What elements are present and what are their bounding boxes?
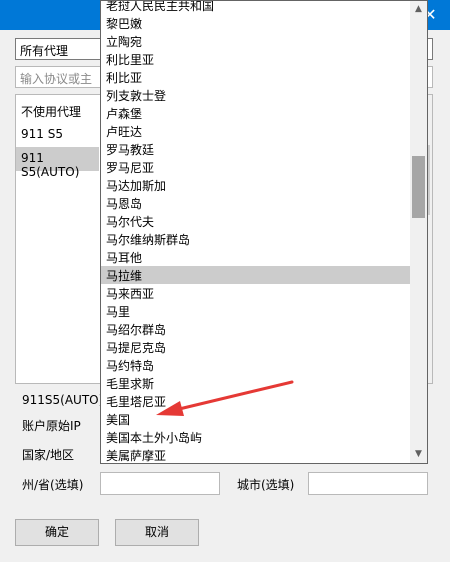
red-arrow-pointer-icon [156,380,294,416]
